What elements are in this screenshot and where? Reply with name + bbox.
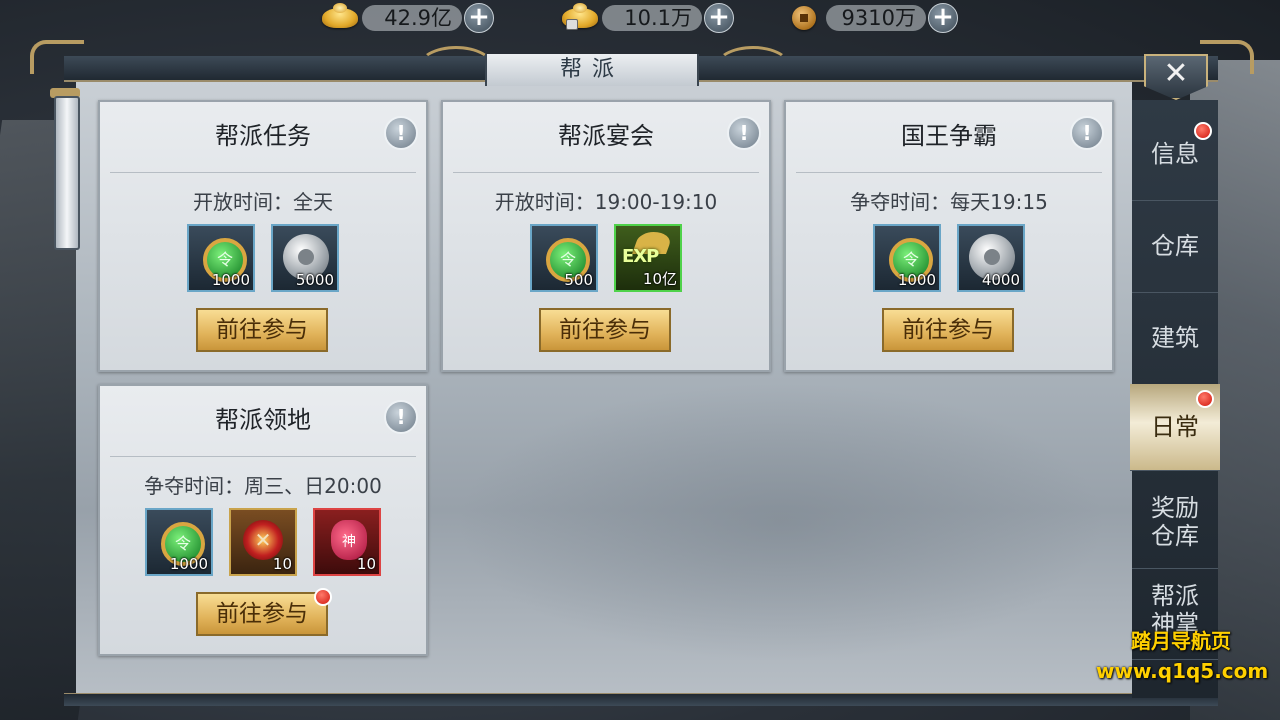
tab-buildings[interactable]: 建筑 bbox=[1132, 292, 1218, 385]
info-button[interactable]: ! bbox=[727, 116, 761, 150]
frame-ornament-right bbox=[1200, 40, 1254, 74]
currency-bound-gold: 10.1万 + bbox=[558, 3, 734, 33]
divider bbox=[796, 172, 1102, 173]
card-title: 帮派任务 bbox=[215, 122, 311, 150]
info-icon: ! bbox=[396, 121, 406, 145]
watermark-title: 踏月导航页 bbox=[1131, 629, 1231, 653]
reward-item[interactable]: 5000 bbox=[271, 224, 339, 292]
join-button[interactable]: 前往参与 bbox=[539, 308, 671, 352]
currency-bound-gold-value: 10.1万 bbox=[602, 5, 702, 31]
reward-count: 1000 bbox=[169, 555, 208, 573]
title-ornament-left bbox=[418, 46, 494, 88]
reward-count: 500 bbox=[564, 271, 593, 289]
window-title: 帮派 bbox=[485, 54, 699, 86]
reward-list: 令 500 EXP 10亿 bbox=[443, 224, 769, 292]
reward-count: 10亿 bbox=[642, 270, 677, 288]
crossed-swords-emblem-icon: ✕ bbox=[243, 520, 283, 560]
join-button[interactable]: 前往参与 bbox=[196, 588, 332, 636]
reward-item[interactable]: ✕ 10 bbox=[229, 508, 297, 576]
card-title: 国王争霸 bbox=[901, 122, 997, 150]
tab-label: 信息 bbox=[1151, 140, 1199, 168]
tab-label: 仓库 bbox=[1151, 232, 1199, 260]
reward-count: 4000 bbox=[981, 271, 1020, 289]
tab-info[interactable]: 信息 bbox=[1132, 108, 1218, 201]
tab-reward-warehouse[interactable]: 奖励 仓库 bbox=[1132, 476, 1218, 569]
currency-copper: 9310万 + bbox=[782, 3, 958, 33]
notification-dot bbox=[1194, 122, 1212, 140]
info-button[interactable]: ! bbox=[384, 400, 418, 434]
reward-item[interactable]: 令 1000 bbox=[873, 224, 941, 292]
reward-list: 令 1000 ✕ 10 神 10 bbox=[100, 508, 426, 576]
reward-item[interactable]: EXP 10亿 bbox=[614, 224, 682, 292]
frame-ornament-left bbox=[30, 40, 84, 74]
card-title: 帮派宴会 bbox=[558, 122, 654, 150]
currency-gold-value: 42.9亿 bbox=[362, 5, 462, 31]
reward-count: 5000 bbox=[295, 271, 334, 289]
tab-warehouse[interactable]: 仓库 bbox=[1132, 200, 1218, 293]
join-button-label: 前往参与 bbox=[216, 601, 308, 627]
info-button[interactable]: ! bbox=[384, 116, 418, 150]
info-button[interactable]: ! bbox=[1070, 116, 1104, 150]
reward-item[interactable]: 4000 bbox=[957, 224, 1025, 292]
tab-label: 日常 bbox=[1151, 413, 1199, 441]
activity-card-guild-banquet: 帮派宴会 ! 开放时间：19:00-19:10 令 500 EXP 10亿 前往… bbox=[441, 100, 771, 372]
add-copper-button[interactable]: + bbox=[928, 3, 958, 33]
info-icon: ! bbox=[396, 405, 406, 429]
window-bottom-bar bbox=[64, 693, 1218, 706]
copper-coin-icon bbox=[782, 3, 826, 33]
close-icon: ✕ bbox=[1163, 56, 1189, 91]
bound-ingot-icon bbox=[558, 3, 602, 33]
side-tab-bar: 信息 仓库 建筑 日常 奖励 仓库 帮派 神掌 bbox=[1130, 100, 1220, 698]
join-button[interactable]: 前往参与 bbox=[882, 308, 1014, 352]
open-time: 争夺时间：周三、日20:00 bbox=[144, 474, 382, 498]
watermark: 踏月导航页 www.q1q5.com bbox=[1096, 626, 1269, 686]
activity-card-king-contest: 国王争霸 ! 争夺时间：每天19:15 令 1000 4000 前往参与 bbox=[784, 100, 1114, 372]
divider bbox=[453, 172, 759, 173]
exp-icon: EXP bbox=[622, 246, 659, 267]
info-icon: ! bbox=[739, 121, 749, 145]
notification-dot bbox=[314, 588, 332, 606]
add-bound-gold-button[interactable]: + bbox=[704, 3, 734, 33]
join-button[interactable]: 前往参与 bbox=[196, 308, 328, 352]
open-time: 开放时间：19:00-19:10 bbox=[494, 190, 718, 214]
currency-copper-value: 9310万 bbox=[826, 5, 926, 31]
reward-item[interactable]: 令 1000 bbox=[145, 508, 213, 576]
reward-list: 令 1000 5000 bbox=[100, 224, 426, 292]
reward-count: 1000 bbox=[211, 271, 250, 289]
hanging-scroll-ornament bbox=[54, 96, 80, 250]
reward-count: 10 bbox=[272, 555, 292, 573]
reward-item[interactable]: 令 1000 bbox=[187, 224, 255, 292]
title-ornament-right bbox=[715, 46, 791, 88]
open-time: 开放时间：全天 bbox=[193, 190, 333, 214]
card-title: 帮派领地 bbox=[215, 406, 311, 434]
tab-label: 建筑 bbox=[1151, 324, 1199, 352]
reward-list: 令 1000 4000 bbox=[786, 224, 1112, 292]
activity-card-guild-quest: 帮派任务 ! 开放时间：全天 令 1000 5000 前往参与 bbox=[98, 100, 428, 372]
reward-item[interactable]: 神 10 bbox=[313, 508, 381, 576]
info-icon: ! bbox=[1082, 121, 1092, 145]
divider bbox=[110, 456, 416, 457]
currency-gold: 42.9亿 + bbox=[318, 3, 494, 33]
add-gold-button[interactable]: + bbox=[464, 3, 494, 33]
reward-item[interactable]: 令 500 bbox=[530, 224, 598, 292]
divider bbox=[110, 172, 416, 173]
god-bag-icon: 神 bbox=[331, 520, 367, 560]
open-time: 争夺时间：每天19:15 bbox=[850, 190, 1048, 214]
reward-count: 1000 bbox=[897, 271, 936, 289]
watermark-url: www.q1q5.com bbox=[1096, 659, 1269, 683]
tab-daily[interactable]: 日常 bbox=[1130, 384, 1220, 471]
tab-label: 奖励 仓库 bbox=[1151, 494, 1199, 550]
reward-count: 10 bbox=[356, 555, 376, 573]
gold-ingot-icon bbox=[318, 3, 362, 33]
activity-card-guild-territory: 帮派领地 ! 争夺时间：周三、日20:00 令 1000 ✕ 10 神 10 前… bbox=[98, 384, 428, 656]
notification-dot bbox=[1196, 390, 1214, 408]
